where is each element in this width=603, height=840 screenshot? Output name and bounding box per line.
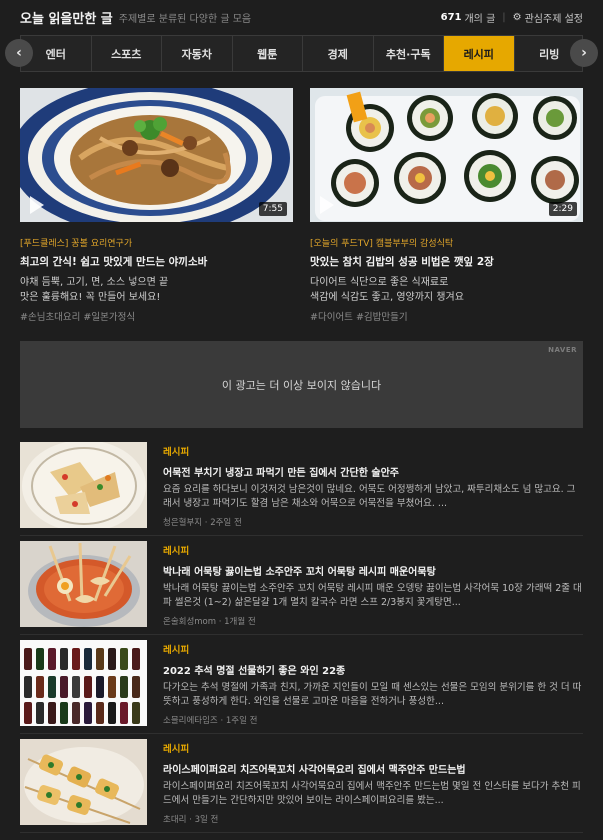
article-category[interactable]: 레시피 (163, 543, 583, 557)
video-description: 야채 듬뿍, 고기, 면, 소스 넣으면 끝 맛은 훌륭해요! 꼭 만들어 보세… (20, 275, 293, 305)
video-duration: 2:29 (548, 202, 577, 216)
article-body: 레시피 어묵전 부치기 냉장고 파먹기 만든 집에서 간단한 술안주 요즘 요리… (163, 444, 583, 528)
article-thumbnail[interactable] (20, 739, 147, 825)
video-thumbnail[interactable]: 2:29 (310, 88, 583, 222)
chevron-right-icon: › (581, 45, 587, 61)
video-description: 다이어트 식단으로 좋은 식재료로 색감에 식감도 좋고, 영양까지 챙겨요 (310, 275, 583, 305)
article-title[interactable]: 박나래 어묵탕 끓이는법 소주안주 꼬치 어묵탕 레시피 매운어묵탕 (163, 563, 583, 578)
yakisoba-image (20, 88, 293, 222)
article-summary[interactable]: 다가오는 추석 명절에 가족과 친지, 가까운 지인들이 모일 때 센스있는 선… (163, 681, 583, 709)
article-body: 레시피 박나래 어묵탕 끓이는법 소주안주 꼬치 어묵탕 레시피 매운어묵탕 박… (163, 543, 583, 627)
list-item[interactable]: 레시피 2022 추석 명절 선물하기 좋은 와인 22종 다가오는 추석 명절… (20, 635, 583, 734)
interest-settings-button[interactable]: ⚙ 관심주제 설정 (513, 10, 583, 25)
video-card[interactable]: 7:55 [푸드클레스] 꽁볼 요리연구가 최고의 간식! 쉽고 맛있게 만드는… (20, 88, 293, 323)
article-title[interactable]: 2022 추석 명절 선물하기 좋은 와인 22종 (163, 662, 583, 677)
category-tabs: ‹ 엔터 스포츠 자동차 웹툰 경제 추천·구독 레시피 리빙 › (0, 35, 603, 72)
article-title[interactable]: 어묵전 부치기 냉장고 파먹기 만든 집에서 간단한 술안주 (163, 464, 583, 479)
article-summary[interactable]: 라이스페이퍼요리 치즈어묵꼬치 사각어묵요리 집에서 맥주안주 만드는법 몇일 … (163, 780, 583, 808)
article-count: 671 (440, 11, 462, 23)
video-source[interactable]: [오늘의 푸드TV] 캠블부부의 감성식탁 (310, 236, 583, 249)
chevron-left-icon: ‹ (16, 45, 22, 61)
article-list: 레시피 어묵전 부치기 냉장고 파먹기 만든 집에서 간단한 술안주 요즘 요리… (20, 437, 583, 833)
divider: | (502, 11, 506, 23)
page-subtitle: 주제별로 분류된 다양한 글 모음 (118, 13, 252, 25)
article-category[interactable]: 레시피 (163, 741, 583, 755)
list-item[interactable]: 레시피 라이스페이퍼요리 치즈어묵꼬치 사각어묵요리 집에서 맥주안주 만드는법… (20, 734, 583, 833)
cheese-skewer-image (20, 739, 147, 825)
list-item[interactable]: 레시피 박나래 어묵탕 끓이는법 소주안주 꼬치 어묵탕 레시피 매운어묵탕 박… (20, 536, 583, 635)
video-description-line: 다이어트 식단으로 좋은 식재료로 (310, 277, 449, 288)
tab-webtoon[interactable]: 웹툰 (232, 36, 303, 71)
fishcake-soup-image (20, 541, 147, 627)
video-card[interactable]: 2:29 [오늘의 푸드TV] 캠블부부의 감성식탁 맛있는 참치 김밥의 성공… (310, 88, 583, 323)
header-right: 671 개의 글 | ⚙ 관심주제 설정 (441, 10, 583, 25)
video-title[interactable]: 맛있는 참치 김밥의 성공 비법은 깻잎 2장 (310, 254, 583, 269)
article-thumbnail[interactable] (20, 640, 147, 726)
article-meta: 소믈리에타임즈 · 1주일 전 (163, 716, 258, 726)
video-thumbnail[interactable]: 7:55 (20, 88, 293, 222)
play-icon (320, 196, 334, 214)
article-thumbnail[interactable] (20, 541, 147, 627)
ad-hidden-message: 이 광고는 더 이상 보이지 않습니다 (221, 378, 382, 392)
fishcake-pancake-image (20, 442, 147, 528)
next-tab-button[interactable]: › (570, 39, 598, 67)
article-summary[interactable]: 박나래 어묵탕 끓이는법 소주안주 꼬치 어묵탕 레시피 매운 오뎅탕 끓이는법… (163, 582, 583, 610)
tab-cars[interactable]: 자동차 (162, 36, 233, 71)
article-meta: 온술회성mom · 1개월 전 (163, 617, 256, 627)
tab-recipe[interactable]: 레시피 (444, 36, 515, 71)
video-cards: 7:55 [푸드클레스] 꽁볼 요리연구가 최고의 간식! 쉽고 맛있게 만드는… (20, 88, 583, 323)
interest-settings-label: 관심주제 설정 (524, 13, 583, 25)
video-duration: 7:55 (258, 202, 287, 216)
article-thumbnail[interactable] (20, 442, 147, 528)
play-icon (30, 196, 44, 214)
article-title[interactable]: 라이스페이퍼요리 치즈어묵꼬치 사각어묵요리 집에서 맥주안주 만드는법 (163, 761, 583, 776)
video-title[interactable]: 최고의 간식! 쉽고 맛있게 만드는 야끼소바 (20, 254, 293, 269)
video-description-line: 야채 듬뿍, 고기, 면, 소스 넣으면 끝 (20, 277, 169, 288)
video-description-line: 맛은 훌륭해요! 꼭 만들어 보세요! (20, 292, 161, 303)
video-source[interactable]: [푸드클레스] 꽁볼 요리연구가 (20, 236, 293, 249)
video-tags[interactable]: #손님초대요리 #일본가정식 (20, 309, 293, 323)
article-body: 레시피 2022 추석 명절 선물하기 좋은 와인 22종 다가오는 추석 명절… (163, 642, 583, 726)
article-category[interactable]: 레시피 (163, 642, 583, 656)
ad-brand: NAVER (548, 346, 577, 354)
tab-recommend-subscribe[interactable]: 추천·구독 (373, 36, 444, 71)
article-meta: 초대리 · 3일 전 (163, 815, 219, 825)
video-tags[interactable]: #다이어트 #김밥만들기 (310, 309, 583, 323)
page-title: 오늘 읽을만한 글 (20, 11, 113, 27)
article-body: 레시피 라이스페이퍼요리 치즈어묵꼬치 사각어묵요리 집에서 맥주안주 만드는법… (163, 741, 583, 825)
wine-bottles-image (20, 640, 147, 726)
article-count-suffix: 개의 글 (464, 13, 496, 25)
kimbap-image (310, 88, 583, 222)
tab-economy[interactable]: 경제 (303, 36, 374, 71)
video-description-line: 색감에 식감도 좋고, 영양까지 챙겨요 (310, 292, 464, 303)
article-category[interactable]: 레시피 (163, 444, 583, 458)
article-meta: 청은혈부지 · 2주일 전 (163, 518, 242, 528)
article-summary[interactable]: 요즘 요리를 하다보니 이것저것 남은것이 많네요. 어묵도 어정쩡하게 남았고… (163, 483, 583, 511)
tab-bar: 엔터 스포츠 자동차 웹툰 경제 추천·구독 레시피 리빙 (20, 35, 583, 72)
page-header: 오늘 읽을만한 글 주제별로 분류된 다양한 글 모음 671 개의 글 | ⚙… (0, 0, 603, 34)
tab-sports[interactable]: 스포츠 (91, 36, 162, 71)
prev-tab-button[interactable]: ‹ (5, 39, 33, 67)
list-item[interactable]: 레시피 어묵전 부치기 냉장고 파먹기 만든 집에서 간단한 술안주 요즘 요리… (20, 437, 583, 536)
ad-placeholder: NAVER 이 광고는 더 이상 보이지 않습니다 (20, 341, 583, 428)
gear-icon: ⚙ (512, 11, 522, 23)
